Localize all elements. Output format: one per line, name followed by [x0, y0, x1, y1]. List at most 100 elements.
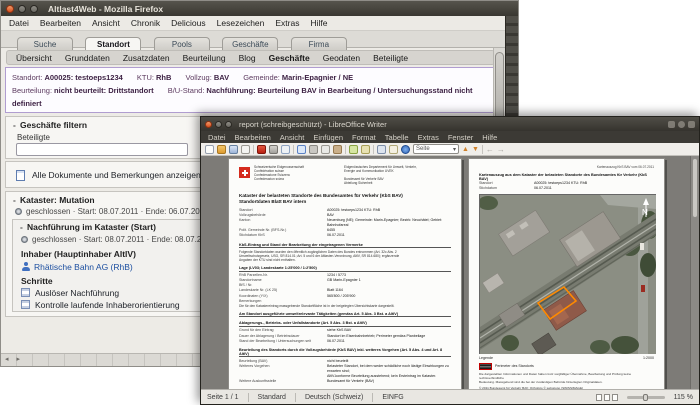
toolbar-separator	[481, 144, 483, 154]
page-preview-icon[interactable]	[281, 144, 290, 154]
export-pdf-icon[interactable]	[257, 144, 266, 154]
redo-icon[interactable]	[361, 144, 370, 154]
save-icon[interactable]	[229, 144, 238, 154]
copy-icon[interactable]	[321, 144, 330, 154]
document-page-1[interactable]: Schweizerische Eidgenossenschaft Confédé…	[228, 158, 462, 389]
back-icon[interactable]: ←	[486, 145, 494, 154]
network-indicator-icon[interactable]	[668, 120, 675, 128]
writer-window: report (schreibgeschützt) - LibreOffice …	[200, 116, 700, 405]
step-link[interactable]: Auslöser Nachführung	[35, 288, 119, 298]
cut-icon[interactable]	[309, 144, 318, 154]
perimeter-legend-swatch	[479, 362, 492, 370]
menu-item-einfuegen[interactable]: Einfügen	[313, 133, 343, 142]
next-icon[interactable]: ▼	[472, 145, 479, 154]
close-icon[interactable]	[6, 4, 14, 13]
status-page-style[interactable]: Standard	[258, 394, 286, 401]
document-scrollbar[interactable]	[690, 156, 699, 389]
scroll-left-icon[interactable]: ◂	[1, 356, 13, 363]
subnav-geschaefte-active[interactable]: Geschäfte	[269, 53, 310, 63]
maximize-icon[interactable]	[30, 4, 38, 13]
single-page-view-icon[interactable]	[595, 393, 602, 401]
multi-page-view-icon[interactable]	[603, 393, 610, 401]
menu-item-bearbeiten[interactable]: Bearbeiten	[40, 18, 81, 28]
subnav-beteiligte[interactable]: Beteiligte	[373, 53, 408, 63]
menu-item-datei[interactable]: Datei	[9, 18, 29, 28]
tab-pools[interactable]: Pools	[153, 37, 210, 51]
menu-item-fenster[interactable]: Fenster	[448, 133, 473, 142]
chevron-down-icon: ▾	[452, 146, 456, 153]
zoom-slider-knob[interactable]	[642, 393, 648, 401]
subnav-geodaten[interactable]: Geodaten	[323, 53, 360, 63]
scrollbar-thumb[interactable]	[692, 158, 698, 218]
scrollbar-thumb[interactable]	[495, 52, 504, 124]
menu-item-hilfe[interactable]: Hilfe	[310, 18, 327, 28]
writer-toolbar: Seite ▾ ▲ ▼ ← →	[201, 143, 699, 156]
spellcheck-icon[interactable]	[297, 144, 306, 154]
menu-item-bearbeiten[interactable]: Bearbeiten	[235, 133, 271, 142]
close-icon[interactable]	[205, 120, 212, 128]
find-icon[interactable]	[389, 144, 398, 154]
writer-menubar: Datei Bearbeiten Ansicht Einfügen Format…	[201, 131, 699, 143]
menu-item-tabelle[interactable]: Tabelle	[385, 133, 409, 142]
tab-firma[interactable]: Firma	[290, 37, 347, 51]
menu-item-delicious[interactable]: Delicious	[171, 18, 206, 28]
menu-item-hilfe[interactable]: Hilfe	[482, 133, 497, 142]
tab-suche[interactable]: Suche	[17, 37, 73, 51]
navigation-combo[interactable]: Seite ▾	[413, 144, 459, 154]
minimize-icon[interactable]	[18, 4, 26, 13]
status-insert-mode[interactable]: EINFG	[382, 394, 403, 401]
menu-item-lesezeichen[interactable]: Lesezeichen	[217, 18, 265, 28]
previous-icon[interactable]: ▲	[462, 145, 469, 154]
zoom-slider[interactable]	[626, 393, 665, 401]
collapse-icon[interactable]: -	[13, 120, 20, 130]
collapse-icon[interactable]: -	[13, 195, 20, 205]
menu-item-chronik[interactable]: Chronik	[131, 18, 160, 28]
task-icon	[21, 288, 30, 297]
firefox-titlebar[interactable]: Altlast4Web - Mozilla Firefox	[1, 1, 518, 16]
volume-indicator-icon[interactable]	[678, 120, 685, 128]
subnav-zusatzdaten[interactable]: Zusatzdaten	[123, 53, 170, 63]
minimize-icon[interactable]	[215, 120, 222, 128]
print-icon[interactable]	[269, 144, 278, 154]
info-value: kein Ersteintrag	[30, 112, 87, 113]
undo-icon[interactable]	[349, 144, 358, 154]
hyperlink-icon[interactable]	[401, 144, 410, 154]
subnav-uebersicht[interactable]: Übersicht	[16, 53, 52, 63]
menu-item-extras[interactable]: Extras	[418, 133, 439, 142]
document-page-2[interactable]: Kartenauszug KbS BAV vom 06.07.2011 Kart…	[468, 158, 665, 389]
scroll-right-icon[interactable]: ▸	[13, 356, 25, 363]
page-corner-text: Kartenauszug KbS BAV vom 06.07.2011	[596, 165, 654, 169]
step-link[interactable]: Kontrolle laufende Inhaberorientierung	[35, 300, 180, 310]
session-indicator-icon[interactable]	[688, 120, 695, 128]
paste-icon[interactable]	[333, 144, 342, 154]
forward-icon[interactable]: →	[497, 145, 505, 154]
open-icon[interactable]	[217, 144, 226, 154]
tab-geschaefte[interactable]: Geschäfte	[222, 37, 279, 51]
menu-item-datei[interactable]: Datei	[208, 133, 226, 142]
subnav-blog[interactable]: Blog	[239, 53, 256, 63]
subnav-grunddaten[interactable]: Grunddaten	[65, 53, 110, 63]
menu-item-extras[interactable]: Extras	[275, 18, 299, 28]
section-paragraph: Folgende Standortdaten wurden den öffent…	[239, 249, 400, 262]
svg-text:N: N	[642, 208, 648, 217]
collapse-icon[interactable]: -	[20, 222, 27, 232]
menu-item-ansicht[interactable]: Ansicht	[92, 18, 120, 28]
email-icon[interactable]	[241, 144, 250, 154]
inhaber-link[interactable]: Rhätische Bahn AG (RhB)	[34, 262, 133, 272]
all-documents-link[interactable]: Alle Dokumente und Bemerkungen anzeigen	[32, 170, 201, 180]
beteiligte-input[interactable]	[16, 143, 188, 156]
legend-item-label: Perimeter des Standorts	[495, 364, 534, 369]
swiss-flag-logo	[239, 167, 250, 178]
writer-titlebar[interactable]: report (schreibgeschützt) - LibreOffice …	[201, 117, 699, 131]
menu-item-ansicht[interactable]: Ansicht	[280, 133, 305, 142]
info-value: A00025: testoeps1234	[44, 73, 123, 82]
subnav-beurteilung[interactable]: Beurteilung	[183, 53, 226, 63]
status-language[interactable]: Deutsch (Schweiz)	[305, 394, 363, 401]
zoom-level[interactable]: 115 %	[674, 394, 693, 401]
maximize-icon[interactable]	[225, 120, 232, 128]
menu-item-format[interactable]: Format	[352, 133, 376, 142]
new-document-icon[interactable]	[205, 144, 214, 154]
insert-table-icon[interactable]	[377, 144, 386, 154]
tab-standort[interactable]: Standort	[85, 37, 142, 51]
book-view-icon[interactable]	[611, 393, 618, 401]
